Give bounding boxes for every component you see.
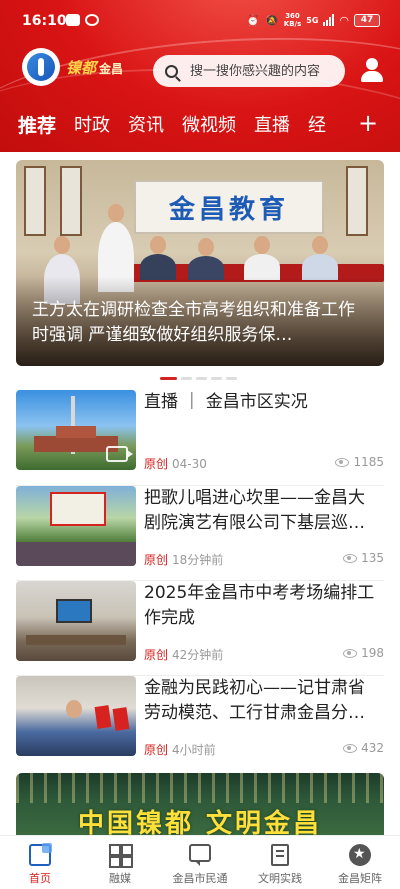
wifi-icon: ◠ xyxy=(339,13,349,27)
view-count-value: 432 xyxy=(361,741,384,755)
news-thumbnail xyxy=(16,390,136,470)
banner-sign: 金昌教育 xyxy=(134,180,324,234)
original-tag: 原创 xyxy=(144,743,169,757)
news-time: 4小时前 xyxy=(172,743,216,757)
net-speed: 360 KB/s xyxy=(284,12,301,28)
original-tag: 原创 xyxy=(144,553,169,567)
tab-economy[interactable]: 经 xyxy=(308,111,326,137)
nav-matrix[interactable]: 金昌矩阵 xyxy=(320,836,400,889)
promo-text: 中国镍都 文明金昌 xyxy=(77,809,323,835)
featured-banner[interactable]: 金昌教育 王方太在调研检查全市高考组织和准备工作时强调 严谨细致做好组织服务保… xyxy=(16,160,384,366)
news-title: 把歌儿唱进心坎里——金昌大剧院演艺有限公司下基层巡… xyxy=(144,488,365,533)
view-count-value: 1185 xyxy=(353,455,384,469)
tab-news[interactable]: 资讯 xyxy=(128,111,164,137)
carousel-dot[interactable] xyxy=(226,377,237,380)
video-play-icon xyxy=(106,446,133,462)
eye-icon xyxy=(343,648,358,658)
news-title: 2025年金昌市中考考场编排工作完成 xyxy=(144,583,375,628)
nav-media[interactable]: 融媒 xyxy=(80,836,160,889)
logo-city: 金昌 xyxy=(99,61,124,76)
news-title: 直播 ｜ 金昌市区实况 xyxy=(144,392,308,412)
nav-label: 首页 xyxy=(29,872,51,885)
original-tag: 原创 xyxy=(144,457,169,471)
tab-micro-video[interactable]: 微视频 xyxy=(182,111,236,137)
news-list: 直播 ｜ 金昌市区实况 原创 04-30 1185 把歌儿唱进心坎里——金昌大剧院… xyxy=(16,390,384,771)
eye-icon xyxy=(343,743,358,753)
carousel-indicator xyxy=(160,377,237,380)
home-icon xyxy=(29,843,52,866)
user-profile-icon[interactable] xyxy=(360,58,384,82)
nav-home[interactable]: 首页 xyxy=(0,836,80,889)
net-speed-unit: KB/s xyxy=(283,20,302,28)
carousel-dot[interactable] xyxy=(181,377,192,380)
news-thumbnail xyxy=(16,486,136,566)
news-meta: 原创 04-30 1185 xyxy=(144,455,384,471)
carousel-dot[interactable] xyxy=(196,377,207,380)
network-type: 5G xyxy=(306,15,319,25)
search-icon xyxy=(165,64,178,78)
view-count: 1185 xyxy=(335,455,384,469)
app-logo[interactable]: 镍都 金昌 xyxy=(22,48,123,86)
search-bar[interactable] xyxy=(153,55,345,87)
news-item[interactable]: 2025年金昌市中考考场编排工作完成 原创 42分钟前 198 xyxy=(16,581,384,676)
doc-icon xyxy=(271,844,289,866)
news-thumbnail xyxy=(16,676,136,756)
grid-icon xyxy=(109,844,131,868)
star-icon xyxy=(349,844,371,866)
chat-icon xyxy=(189,844,211,866)
news-item[interactable]: 把歌儿唱进心坎里——金昌大剧院演艺有限公司下基层巡… 原创 18分钟前 135 xyxy=(16,486,384,581)
logo-text: 镍都 金昌 xyxy=(66,57,123,78)
battery-icon: 47 xyxy=(354,13,380,27)
search-input[interactable] xyxy=(190,63,340,79)
promo-background xyxy=(16,773,384,803)
view-count: 135 xyxy=(343,551,384,565)
app-notification-icon xyxy=(66,14,80,26)
view-count: 432 xyxy=(343,741,384,755)
banner-caption: 王方太在调研检查全市高考组织和准备工作时强调 严谨细致做好组织服务保… xyxy=(32,300,355,345)
nav-label: 文明实践 xyxy=(258,872,302,885)
news-title: 金融为民践初心——记甘肃省劳动模范、工行甘肃金昌分… xyxy=(144,678,365,723)
news-meta: 原创 42分钟前 198 xyxy=(144,646,384,662)
original-tag: 原创 xyxy=(144,648,169,662)
news-time: 18分钟前 xyxy=(172,553,224,567)
add-channel-icon[interactable]: + xyxy=(358,111,378,135)
alarm-icon: ⏰ xyxy=(246,13,261,27)
promo-banner[interactable]: 中国镍都 文明金昌 xyxy=(16,773,384,835)
signal-icon xyxy=(323,14,335,26)
view-count-value: 135 xyxy=(361,551,384,565)
status-indicators: ⏰ 🔕 360 KB/s 5G ◠ 47 xyxy=(246,12,380,28)
nav-label: 金昌矩阵 xyxy=(338,872,382,885)
bottom-navigation: 首页 融媒 金昌市民通 文明实践 金昌矩阵 xyxy=(0,835,400,889)
tab-politics[interactable]: 时政 xyxy=(74,111,110,137)
news-item[interactable]: 直播 ｜ 金昌市区实况 原创 04-30 1185 xyxy=(16,390,384,486)
carousel-dot[interactable] xyxy=(160,377,177,380)
news-time: 04-30 xyxy=(172,457,207,471)
channel-tabs: 推荐 时政 资讯 微视频 直播 经 xyxy=(18,108,344,140)
view-count-value: 198 xyxy=(361,646,384,660)
logo-emblem-icon xyxy=(22,48,60,86)
nav-label: 融媒 xyxy=(109,872,131,885)
tab-live[interactable]: 直播 xyxy=(254,111,290,137)
tab-recommend[interactable]: 推荐 xyxy=(18,111,56,138)
net-speed-value: 360 xyxy=(285,12,300,20)
news-item[interactable]: 金融为民践初心——记甘肃省劳动模范、工行甘肃金昌分… 原创 4小时前 432 xyxy=(16,676,384,771)
news-meta: 原创 18分钟前 135 xyxy=(144,551,384,567)
status-time: 16:10 xyxy=(22,13,67,29)
logo-name: 镍都 xyxy=(66,58,97,77)
status-bar: 16:10 ⏰ 🔕 360 KB/s 5G ◠ 47 xyxy=(0,0,400,44)
banner-sign-text: 金昌教育 xyxy=(168,194,289,225)
news-meta: 原创 4小时前 432 xyxy=(144,741,384,757)
app-notification-icon-2 xyxy=(85,14,99,26)
nav-label: 金昌市民通 xyxy=(172,872,228,885)
news-time: 42分钟前 xyxy=(172,648,224,662)
carousel-dot[interactable] xyxy=(211,377,222,380)
nav-citizen-service[interactable]: 金昌市民通 xyxy=(160,836,240,889)
eye-icon xyxy=(335,457,350,467)
news-thumbnail xyxy=(16,581,136,661)
eye-icon xyxy=(343,553,358,563)
nav-civilization-practice[interactable]: 文明实践 xyxy=(240,836,320,889)
mute-icon: 🔕 xyxy=(265,13,279,27)
view-count: 198 xyxy=(343,646,384,660)
